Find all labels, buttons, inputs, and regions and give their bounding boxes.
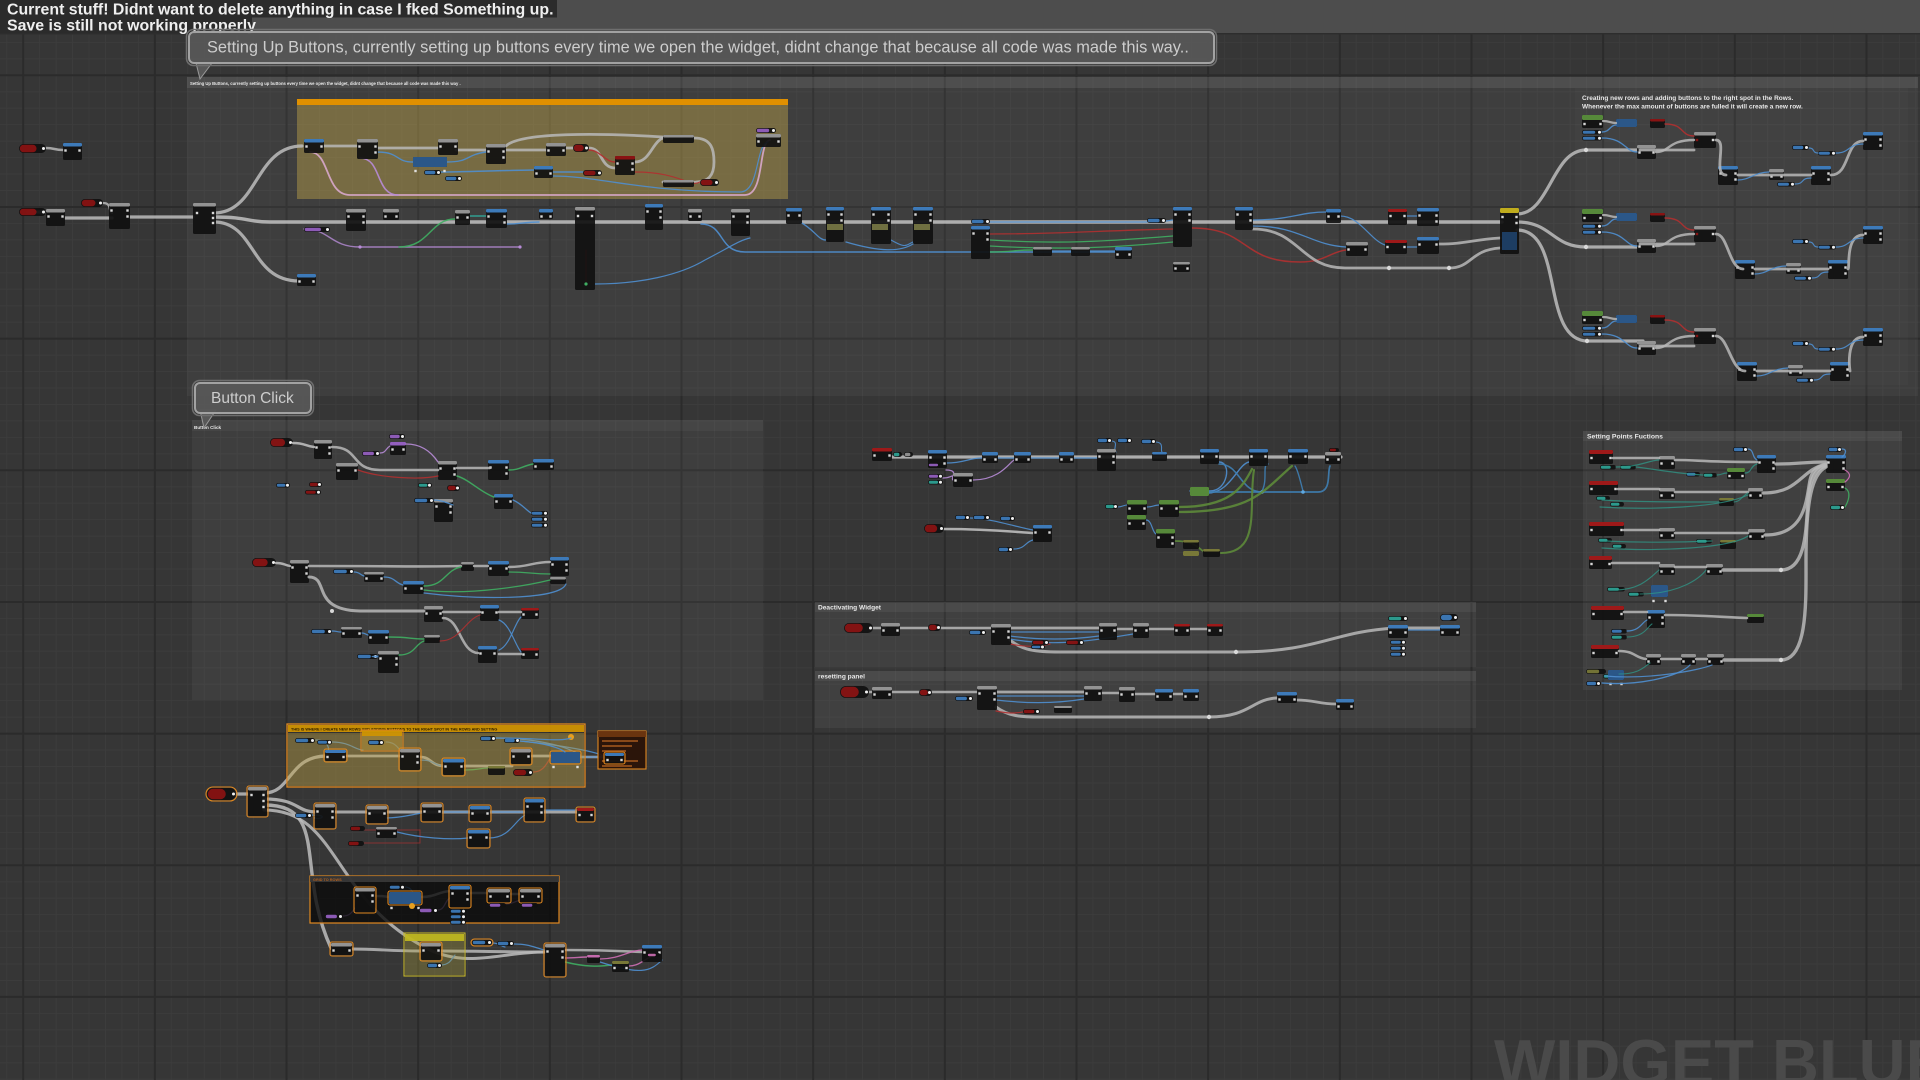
svg-text:Creating new rows and adding b: Creating new rows and adding buttons to … [1582,95,1793,102]
svg-text:WIDGET BLUEPRINT: WIDGET BLUEPRINT [1494,1026,1920,1080]
svg-text:Whenever the max amount of but: Whenever the max amount of buttons are f… [1582,104,1803,111]
svg-text:Deactivating Widget: Deactivating Widget [818,605,882,612]
svg-text:Current stuff! Didnt want to d: Current stuff! Didnt want to delete anyt… [7,2,554,19]
svg-text:Setting Up Buttons, currently: Setting Up Buttons, currently setting up… [207,39,1189,57]
svg-text:Setting Up Buttons, currently: Setting Up Buttons, currently setting up… [190,81,461,86]
svg-text:GRID TO ROWS: GRID TO ROWS [313,878,342,882]
svg-text:Button Click: Button Click [211,390,294,407]
svg-text:Button Click: Button Click [194,425,221,430]
svg-text:Setting Points Fuctions: Setting Points Fuctions [1587,434,1663,441]
svg-text:resetting panel: resetting panel [818,674,865,681]
